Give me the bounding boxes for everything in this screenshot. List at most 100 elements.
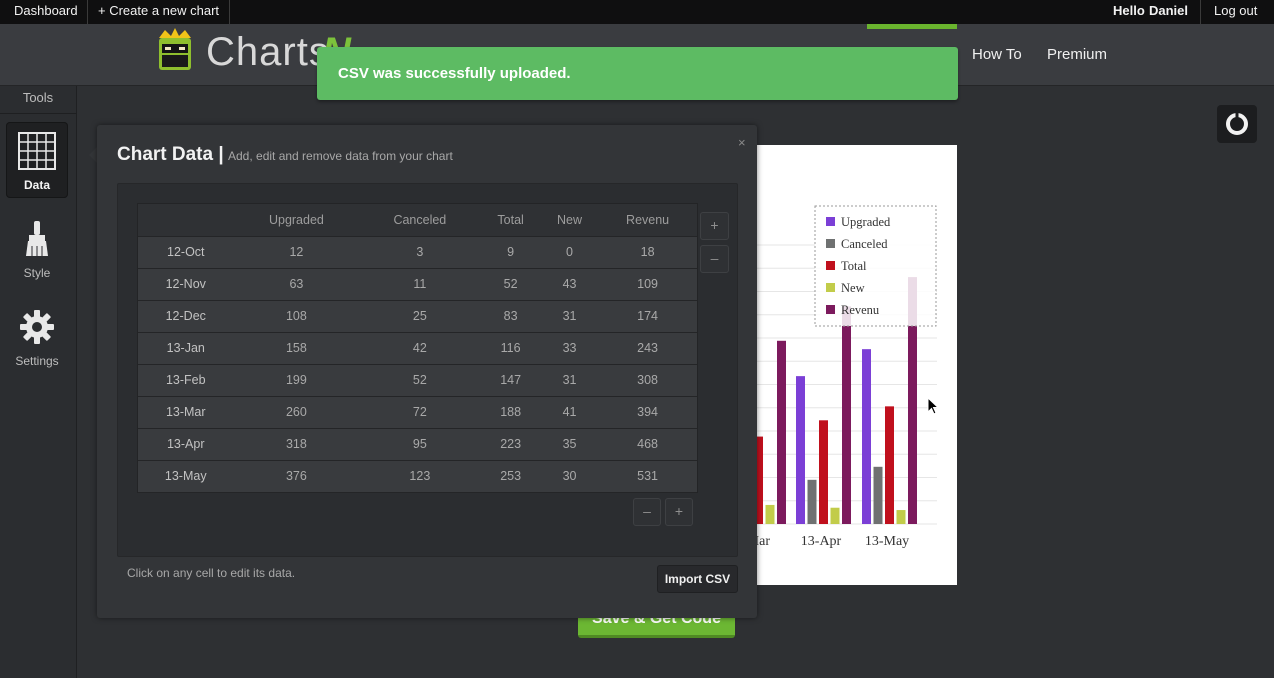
table-row: 13-May 376 123 253 30 531 (138, 459, 697, 493)
data-cell[interactable]: 83 (480, 299, 541, 333)
row-label-cell[interactable]: 12-Nov (138, 267, 234, 301)
data-cell[interactable]: 31 (540, 299, 599, 333)
create-chart-link[interactable]: + Create a new chart (90, 0, 227, 24)
remove-row-button[interactable]: – (633, 498, 661, 526)
table-row: 12-Dec 108 25 83 31 174 (138, 299, 697, 333)
table-row: 12-Oct 12 3 9 0 18 (138, 235, 697, 269)
legend-label: Canceled (841, 237, 888, 251)
data-cell[interactable]: 158 (233, 331, 360, 365)
divider (229, 0, 230, 24)
chart-bar (807, 479, 817, 524)
data-cell[interactable]: 308 (598, 363, 697, 397)
data-cell[interactable]: 18 (598, 235, 697, 269)
data-cell[interactable]: 42 (359, 331, 481, 365)
data-table: Upgraded Canceled Total New Revenu 12-Oc… (138, 204, 697, 493)
data-cell[interactable]: 33 (540, 331, 599, 365)
dashboard-link[interactable]: Dashboard (6, 0, 86, 24)
add-row-button[interactable]: + (665, 498, 693, 526)
flash-message: CSV was successfully uploaded. (338, 65, 571, 82)
data-cell[interactable]: 31 (540, 363, 599, 397)
sidebar-item-settings[interactable]: Settings (6, 298, 68, 374)
row-label-cell[interactable]: 13-Apr (138, 427, 234, 461)
chart-bar (862, 349, 871, 524)
legend-swatch (826, 283, 835, 292)
data-cell[interactable]: 318 (233, 427, 360, 461)
bar-chart: -Mar 13-Apr 13-May Upgraded Canceled Total New… (757, 205, 937, 549)
row-label-cell[interactable]: 12-Oct (138, 235, 234, 269)
data-cell[interactable]: 30 (540, 459, 599, 493)
ninja-logo-icon[interactable] (156, 28, 194, 72)
table-header[interactable]: New (540, 204, 599, 237)
logout-link[interactable]: Log out (1206, 0, 1265, 24)
divider (0, 113, 77, 114)
data-cell[interactable]: 260 (233, 395, 360, 429)
row-label-cell[interactable]: 13-Mar (138, 395, 234, 429)
data-editor: Upgraded Canceled Total New Revenu 12-Oc… (117, 183, 738, 557)
data-cell[interactable]: 12 (233, 235, 360, 269)
data-cell[interactable]: 11 (359, 267, 481, 301)
data-cell[interactable]: 468 (598, 427, 697, 461)
data-cell[interactable]: 95 (359, 427, 481, 461)
row-label-cell[interactable]: 13-Feb (138, 363, 234, 397)
data-cell[interactable]: 531 (598, 459, 697, 493)
data-cell[interactable]: 3 (359, 235, 481, 269)
data-cell[interactable]: 147 (480, 363, 541, 397)
loader-button[interactable] (1217, 105, 1257, 143)
table-header-row: Upgraded Canceled Total New Revenu (138, 204, 697, 237)
sidebar-item-label: Style (23, 266, 51, 280)
data-cell[interactable]: 35 (540, 427, 599, 461)
grid-icon (18, 132, 56, 170)
divider (1200, 0, 1201, 24)
data-cell[interactable]: 25 (359, 299, 481, 333)
import-csv-button[interactable]: Import CSV (657, 565, 738, 593)
nav-how-to[interactable]: How To (972, 46, 1022, 63)
data-cell[interactable]: 123 (359, 459, 481, 493)
row-label-cell[interactable]: 12-Dec (138, 299, 234, 333)
data-cell[interactable]: 174 (598, 299, 697, 333)
data-cell[interactable]: 199 (233, 363, 360, 397)
row-label-cell[interactable]: 13-May (138, 459, 234, 493)
data-cell[interactable]: 116 (480, 331, 541, 365)
legend-swatch (826, 261, 835, 270)
legend-label: Upgraded (841, 215, 891, 229)
chart-preview: -Mar 13-Apr 13-May Upgraded Canceled Total New… (757, 145, 957, 585)
data-cell[interactable]: 223 (480, 427, 541, 461)
data-cell[interactable]: 188 (480, 395, 541, 429)
data-cell[interactable]: 63 (233, 267, 360, 301)
legend-label: Total (841, 259, 867, 273)
table-header[interactable]: Canceled (359, 204, 481, 237)
sidebar-item-label: Settings (15, 354, 59, 368)
data-cell[interactable]: 9 (480, 235, 541, 269)
table-header[interactable]: Revenu (598, 204, 697, 237)
username-link[interactable]: Daniel (1141, 0, 1196, 24)
sidebar-item-data[interactable]: Data (6, 122, 68, 198)
row-label-cell[interactable]: 13-Jan (138, 331, 234, 365)
table-row: 13-Jan 158 42 116 33 243 (138, 331, 697, 365)
data-cell[interactable]: 43 (540, 267, 599, 301)
data-cell[interactable]: 52 (359, 363, 481, 397)
data-cell[interactable]: 243 (598, 331, 697, 365)
data-cell[interactable]: 108 (233, 299, 360, 333)
table-row: 13-Mar 260 72 188 41 394 (138, 395, 697, 429)
data-cell[interactable]: 394 (598, 395, 697, 429)
data-cell[interactable]: 72 (359, 395, 481, 429)
data-cell[interactable]: 41 (540, 395, 599, 429)
data-cell[interactable]: 253 (480, 459, 541, 493)
data-cell[interactable]: 109 (598, 267, 697, 301)
data-cell[interactable]: 376 (233, 459, 360, 493)
legend-swatch (826, 305, 835, 314)
close-icon[interactable]: × (738, 135, 746, 150)
table-row: 13-Apr 318 95 223 35 468 (138, 427, 697, 461)
table-header[interactable]: Total (480, 204, 541, 237)
remove-column-button[interactable]: – (700, 245, 729, 273)
table-header[interactable]: Upgraded (233, 204, 360, 237)
tools-title: Tools (22, 90, 54, 105)
x-tick-label: -Mar (757, 534, 770, 549)
data-cell[interactable]: 52 (480, 267, 541, 301)
data-cell[interactable]: 0 (540, 235, 599, 269)
sidebar-item-style[interactable]: Style (6, 210, 68, 286)
logo-text: Charts (206, 30, 330, 74)
add-column-button[interactable]: + (700, 212, 729, 240)
nav-premium[interactable]: Premium (1047, 46, 1107, 63)
legend-swatch (826, 239, 835, 248)
